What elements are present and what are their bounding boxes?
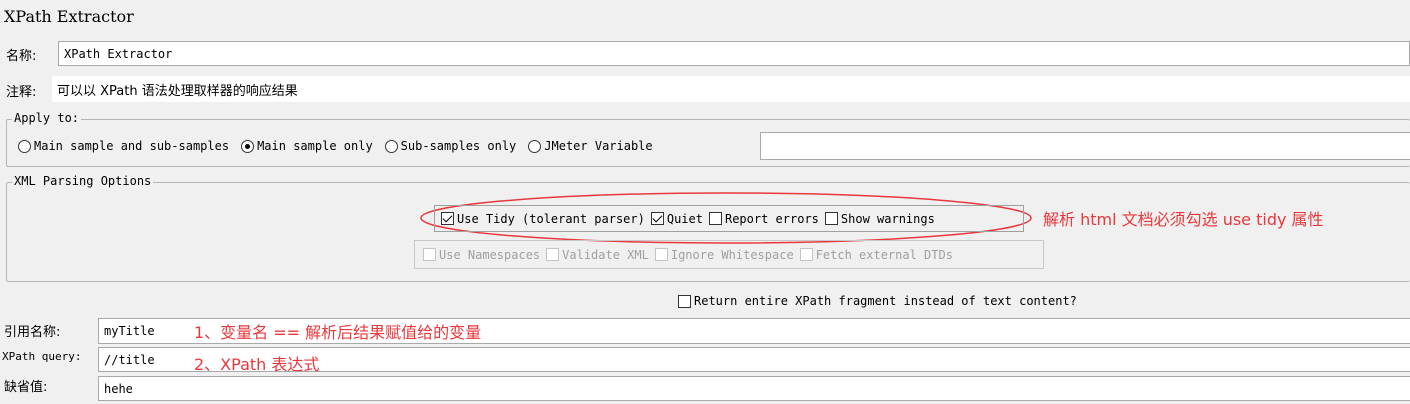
checkbox-icon (423, 248, 436, 261)
radio-main-only[interactable]: Main sample only (241, 139, 373, 153)
checkbox-icon (824, 212, 838, 225)
return-fragment-checkbox[interactable]: Return entire XPath fragment instead of … (678, 294, 1077, 308)
default-value-label: 缺省值: (4, 380, 48, 395)
apply-to-legend: Apply to: (12, 111, 82, 125)
radio-main-and-sub[interactable]: Main sample and sub-samples (18, 139, 229, 153)
checkbox-icon (799, 248, 813, 261)
radio-sub-only[interactable]: Sub-samples only (384, 139, 516, 153)
disabled-options-box: Use Namespaces Validate XML Ignore White… (414, 240, 1044, 269)
xpath-query-label: XPath query: (2, 350, 82, 363)
checkbox-icon (678, 294, 691, 308)
report-errors-checkbox[interactable]: Report errors (708, 212, 819, 226)
use-namespaces-checkbox: Use Namespaces (423, 248, 540, 262)
comment-value: 可以以 XPath 语法处理取样器的响应结果 (57, 83, 298, 99)
radio-selected-icon (241, 139, 255, 153)
xml-parsing-legend: XML Parsing Options (12, 174, 154, 188)
apply-to-options: Main sample and sub-samples Main sample … (18, 139, 665, 153)
reference-name-label: 引用名称: (4, 325, 61, 340)
checkbox-icon (654, 248, 668, 261)
checkbox-icon (546, 248, 560, 261)
return-fragment-option: Return entire XPath fragment instead of … (678, 294, 1083, 311)
show-warnings-checkbox[interactable]: Show warnings (824, 212, 935, 226)
tidy-options-box: Use Tidy (tolerant parser) Quiet Report … (434, 205, 1024, 232)
comment-field[interactable]: 可以以 XPath 语法处理取样器的响应结果 (52, 76, 1410, 102)
tidy-annotation: 解析 html 文档必须勾选 use tidy 属性 (1043, 210, 1324, 229)
reference-name-annotation: 1、变量名 == 解析后结果赋值给的变量 (194, 323, 482, 342)
radio-jmeter-variable[interactable]: JMeter Variable (528, 139, 653, 153)
jmeter-variable-input[interactable] (760, 132, 1410, 160)
page-title: XPath Extractor (4, 7, 134, 26)
radio-circle-icon (18, 139, 31, 153)
name-field[interactable]: XPath Extractor (58, 41, 1410, 66)
xpath-query-annotation: 2、XPath 表达式 (194, 355, 320, 374)
ignore-whitespace-checkbox: Ignore Whitespace (654, 248, 794, 262)
validate-xml-checkbox: Validate XML (546, 248, 649, 262)
comment-label: 注释: (6, 85, 37, 100)
checkbox-checked-icon (650, 212, 664, 225)
fetch-external-dtds-checkbox: Fetch external DTDs (799, 248, 953, 262)
checkbox-icon (708, 212, 722, 225)
checkbox-checked-icon (441, 212, 454, 225)
radio-circle-icon (528, 139, 542, 153)
default-value-input[interactable]: hehe (98, 376, 1410, 401)
name-value: XPath Extractor (64, 46, 173, 61)
use-tidy-checkbox[interactable]: Use Tidy (tolerant parser) (441, 212, 645, 226)
name-label: 名称: (6, 49, 37, 64)
quiet-checkbox[interactable]: Quiet (650, 212, 703, 226)
radio-circle-icon (384, 139, 398, 153)
